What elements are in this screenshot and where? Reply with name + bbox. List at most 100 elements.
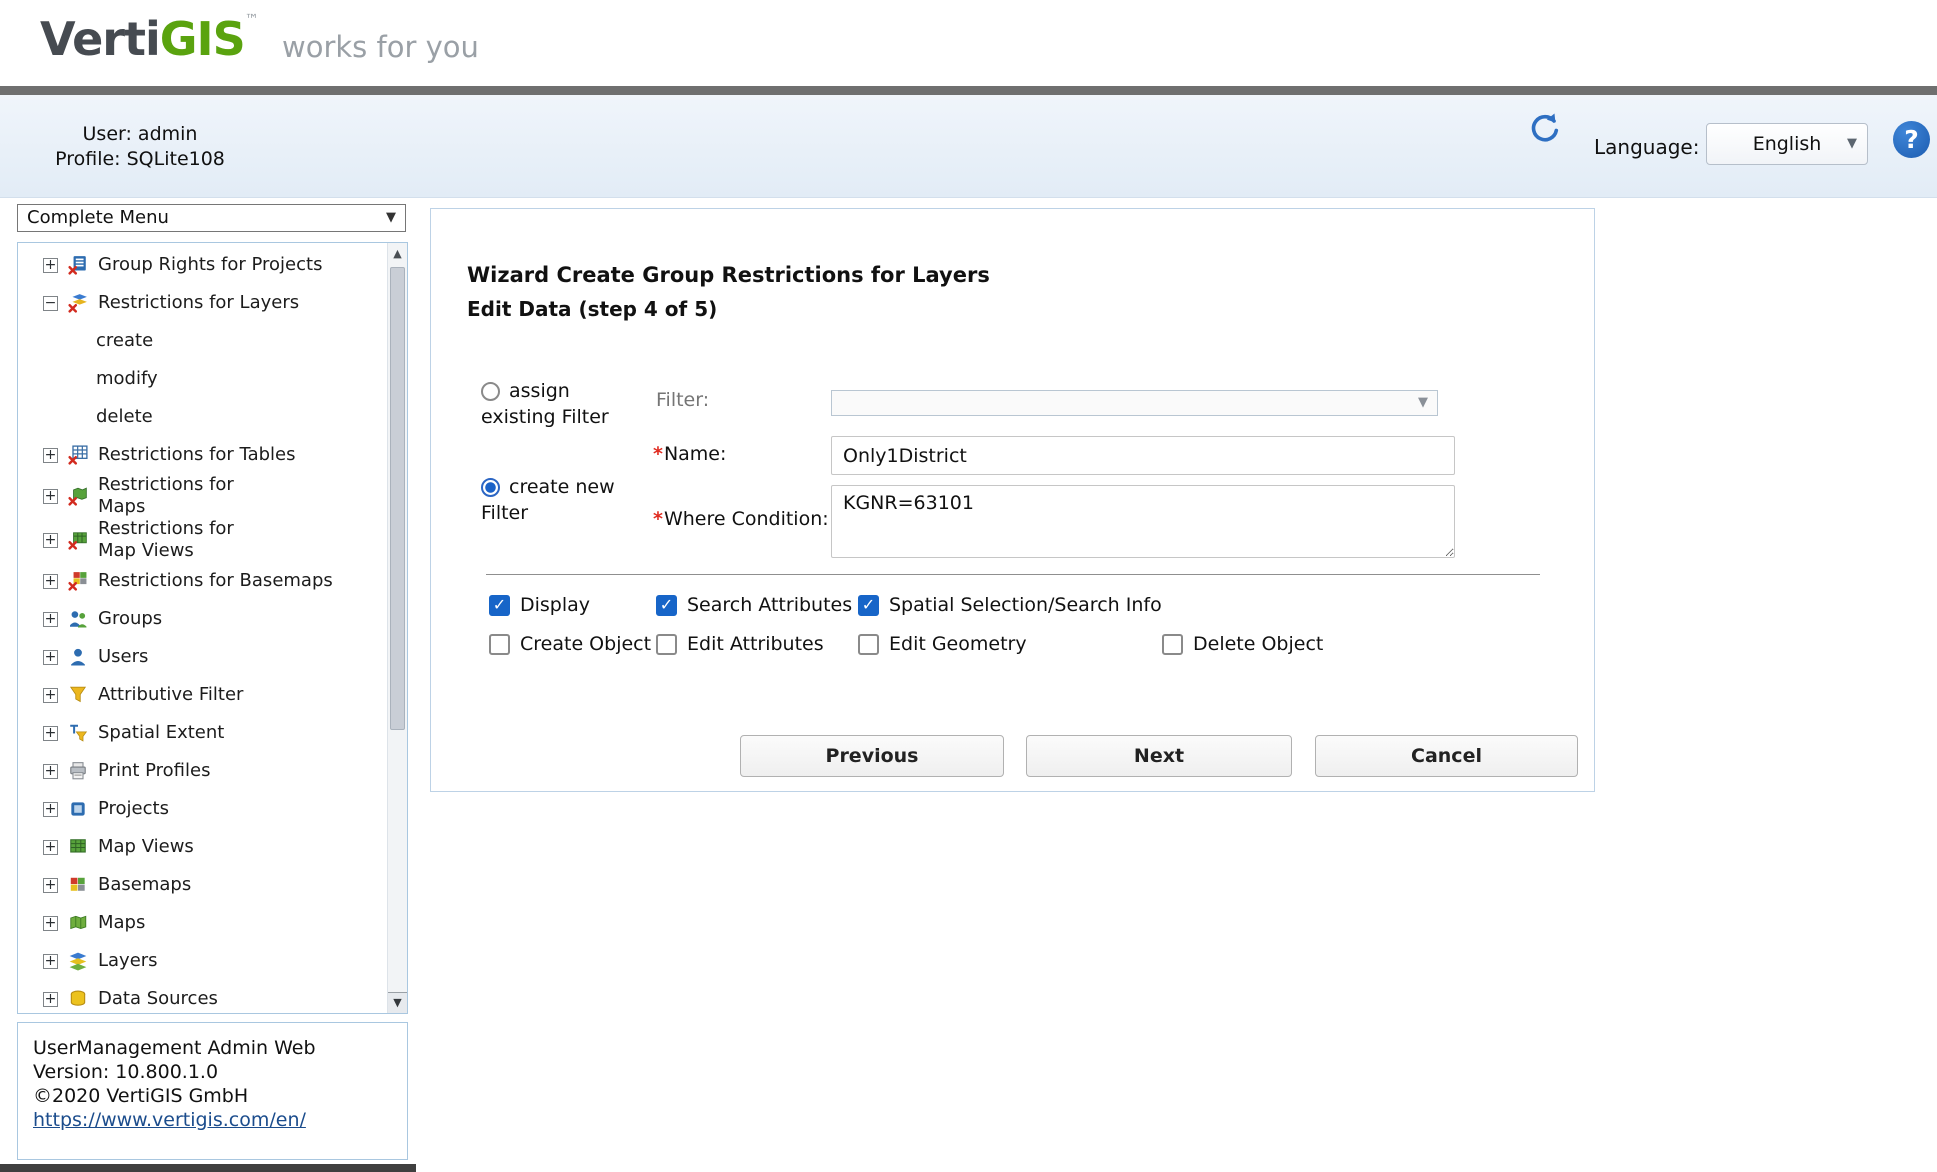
radio-assign-label: assign existing Filter: [481, 380, 609, 428]
layers-icon: [68, 951, 90, 971]
checkbox-spatial-selection-search-info[interactable]: Spatial Selection/Search Info: [858, 594, 1162, 616]
tree-item-users[interactable]: + Users: [18, 638, 386, 676]
checkbox-delete-object[interactable]: Delete Object: [1162, 633, 1323, 655]
tree-item-attributive-filter[interactable]: + Attributive Filter: [18, 676, 386, 714]
data-sources-icon: [68, 989, 90, 1009]
expand-icon[interactable]: +: [43, 489, 58, 504]
tree-item-label: delete: [96, 406, 153, 428]
profile-label: Profile: SQLite108: [25, 147, 255, 172]
restrictions-map-views-icon: [68, 530, 90, 550]
radio-create-new-filter[interactable]: create new Filter: [481, 474, 649, 526]
where-condition-textarea[interactable]: KGNR=63101: [831, 485, 1455, 558]
checkbox-unchecked-icon[interactable]: [489, 634, 510, 655]
expand-icon[interactable]: +: [43, 650, 58, 665]
vertigis-link[interactable]: https://www.vertigis.com/en/: [33, 1109, 306, 1131]
tree-item-label: Group Rights for Projects: [98, 254, 322, 276]
tree-item-label: Restrictions for Map Views: [98, 518, 234, 562]
radio-selected-icon[interactable]: [481, 478, 500, 497]
tree-item-spatial-extent[interactable]: +Spatial Extent: [18, 714, 386, 752]
tree-item-restrictions-for-basemaps[interactable]: +Restrictions for Basemaps: [18, 562, 386, 600]
menu-mode-select[interactable]: Complete Menu ▼: [17, 204, 406, 232]
tree-item-label: Attributive Filter: [98, 684, 243, 706]
expand-icon[interactable]: +: [43, 533, 58, 548]
expand-icon[interactable]: +: [43, 878, 58, 893]
radio-icon[interactable]: [481, 382, 500, 401]
tree-item-groups[interactable]: +Groups: [18, 600, 386, 638]
checkbox-edit-geometry[interactable]: Edit Geometry: [858, 633, 1027, 655]
name-input[interactable]: [831, 436, 1455, 475]
logo-text-gis: GIS: [160, 12, 245, 66]
tree-item-group-rights-for-projects[interactable]: + Group Rights for Projects: [18, 246, 386, 284]
header-divider-bar: [0, 86, 1937, 95]
basemaps-icon: [68, 875, 90, 895]
maps-icon: [68, 913, 90, 933]
expand-icon[interactable]: +: [43, 448, 58, 463]
tree-item-restrictions-for-maps[interactable]: +Restrictions for Maps: [18, 474, 386, 518]
tree-item-restrictions-for-map-views[interactable]: + Restrictions for Map Views: [18, 518, 386, 562]
previous-button[interactable]: Previous: [740, 735, 1004, 777]
tree-item-create[interactable]: create: [18, 322, 386, 360]
tree-item-maps[interactable]: + Maps: [18, 904, 386, 942]
tree-item-label: Restrictions for Layers: [98, 292, 299, 314]
checkbox-search-attributes[interactable]: Search Attributes: [656, 594, 852, 616]
language-select[interactable]: English ▼: [1706, 123, 1868, 165]
tree-item-label: Maps: [98, 912, 145, 934]
filter-select[interactable]: ▼: [831, 390, 1438, 416]
checkbox-edit-attributes[interactable]: Edit Attributes: [656, 633, 824, 655]
tree-scrollbar[interactable]: ▲ ▼: [387, 243, 407, 1013]
collapse-icon[interactable]: −: [43, 296, 58, 311]
checkbox-create-object[interactable]: Create Object: [489, 633, 651, 655]
tree-item-data-sources[interactable]: +Data Sources: [18, 980, 386, 1014]
tree-item-label: modify: [96, 368, 158, 390]
about-product: UserManagement Admin Web: [33, 1036, 392, 1060]
logo-text-verti: Verti: [40, 12, 160, 66]
tree-item-layers[interactable]: +Layers: [18, 942, 386, 980]
wizard-panel: Wizard Create Group Restrictions for Lay…: [430, 208, 1595, 792]
checkbox-display[interactable]: Display: [489, 594, 590, 616]
cancel-button[interactable]: Cancel: [1315, 735, 1578, 777]
checkbox-label: Display: [520, 594, 590, 616]
refresh-icon[interactable]: [1527, 111, 1563, 147]
tree-item-print-profiles[interactable]: +Print Profiles: [18, 752, 386, 790]
permissions-row-2: Create ObjectEdit Attributes Edit Geometr…: [431, 633, 1594, 663]
name-label: *Name:: [653, 443, 726, 465]
groups-icon: [68, 609, 90, 629]
expand-icon[interactable]: +: [43, 802, 58, 817]
tree-item-delete[interactable]: delete: [18, 398, 386, 436]
about-copyright: ©2020 VertiGIS GmbH: [33, 1084, 392, 1108]
navigation-tree: + Group Rights for Projects − Restrictions …: [17, 242, 408, 1014]
tree-item-restrictions-for-layers[interactable]: − Restrictions for Layers: [18, 284, 386, 322]
tree-item-label: Users: [98, 646, 148, 668]
expand-icon[interactable]: +: [43, 574, 58, 589]
expand-icon[interactable]: +: [43, 840, 58, 855]
chevron-down-icon: ▼: [386, 205, 396, 231]
tree-item-projects[interactable]: + Projects: [18, 790, 386, 828]
checkbox-checked-icon[interactable]: [858, 595, 879, 616]
expand-icon[interactable]: +: [43, 916, 58, 931]
expand-icon[interactable]: +: [43, 726, 58, 741]
expand-icon[interactable]: +: [43, 764, 58, 779]
help-icon[interactable]: ?: [1893, 121, 1930, 158]
page: VertiGIS™ works for you User: admin Prof…: [0, 0, 1937, 1172]
expand-icon[interactable]: +: [43, 992, 58, 1007]
tree-item-basemaps[interactable]: +Basemaps: [18, 866, 386, 904]
tree-item-map-views[interactable]: + Map Views: [18, 828, 386, 866]
expand-icon[interactable]: +: [43, 954, 58, 969]
checkbox-checked-icon[interactable]: [656, 595, 677, 616]
scroll-down-icon[interactable]: ▼: [388, 992, 407, 1013]
checkbox-unchecked-icon[interactable]: [656, 634, 677, 655]
checkbox-unchecked-icon[interactable]: [1162, 634, 1183, 655]
checkbox-unchecked-icon[interactable]: [858, 634, 879, 655]
tree-item-restrictions-for-tables[interactable]: +Restrictions for Tables: [18, 436, 386, 474]
tree-item-label: Projects: [98, 798, 169, 820]
expand-icon[interactable]: +: [43, 258, 58, 273]
scrollbar-thumb[interactable]: [390, 267, 405, 730]
next-button[interactable]: Next: [1026, 735, 1292, 777]
tree-item-label: Map Views: [98, 836, 194, 858]
scroll-up-icon[interactable]: ▲: [388, 247, 407, 260]
checkbox-checked-icon[interactable]: [489, 595, 510, 616]
radio-assign-existing-filter[interactable]: assign existing Filter: [481, 378, 649, 430]
expand-icon[interactable]: +: [43, 612, 58, 627]
tree-item-modify[interactable]: modify: [18, 360, 386, 398]
expand-icon[interactable]: +: [43, 688, 58, 703]
